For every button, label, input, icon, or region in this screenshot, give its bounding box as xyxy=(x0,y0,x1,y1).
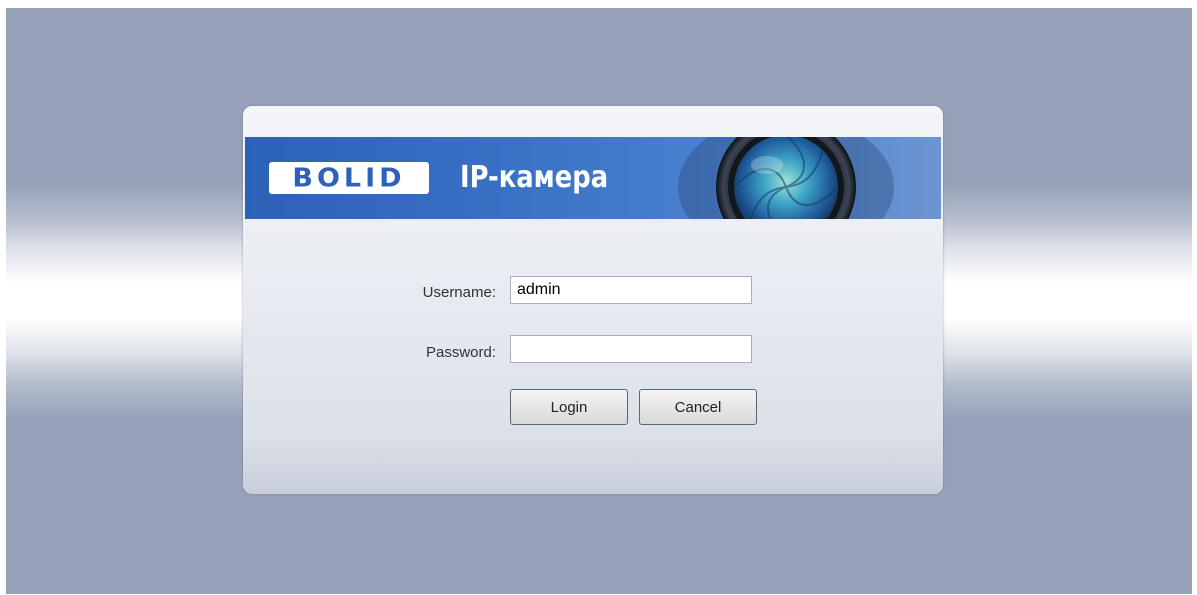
username-field[interactable] xyxy=(510,276,752,304)
password-label: Password: xyxy=(425,344,496,361)
cancel-button[interactable]: Cancel xyxy=(639,389,757,425)
login-dialog: BOLID IP-камера Username: admin Password… xyxy=(243,106,943,494)
brand-logo: BOLID xyxy=(269,162,429,194)
brand-logo-text: BOLID xyxy=(292,163,406,193)
login-button[interactable]: Login xyxy=(510,389,628,425)
password-field[interactable] xyxy=(510,335,752,363)
header-banner: BOLID IP-камера xyxy=(245,137,941,219)
camera-lens-icon xyxy=(675,137,897,219)
username-label: Username: xyxy=(422,284,496,301)
page-background: BOLID IP-камера Username: admin Password… xyxy=(6,8,1192,594)
product-title: IP-камера xyxy=(460,160,609,195)
